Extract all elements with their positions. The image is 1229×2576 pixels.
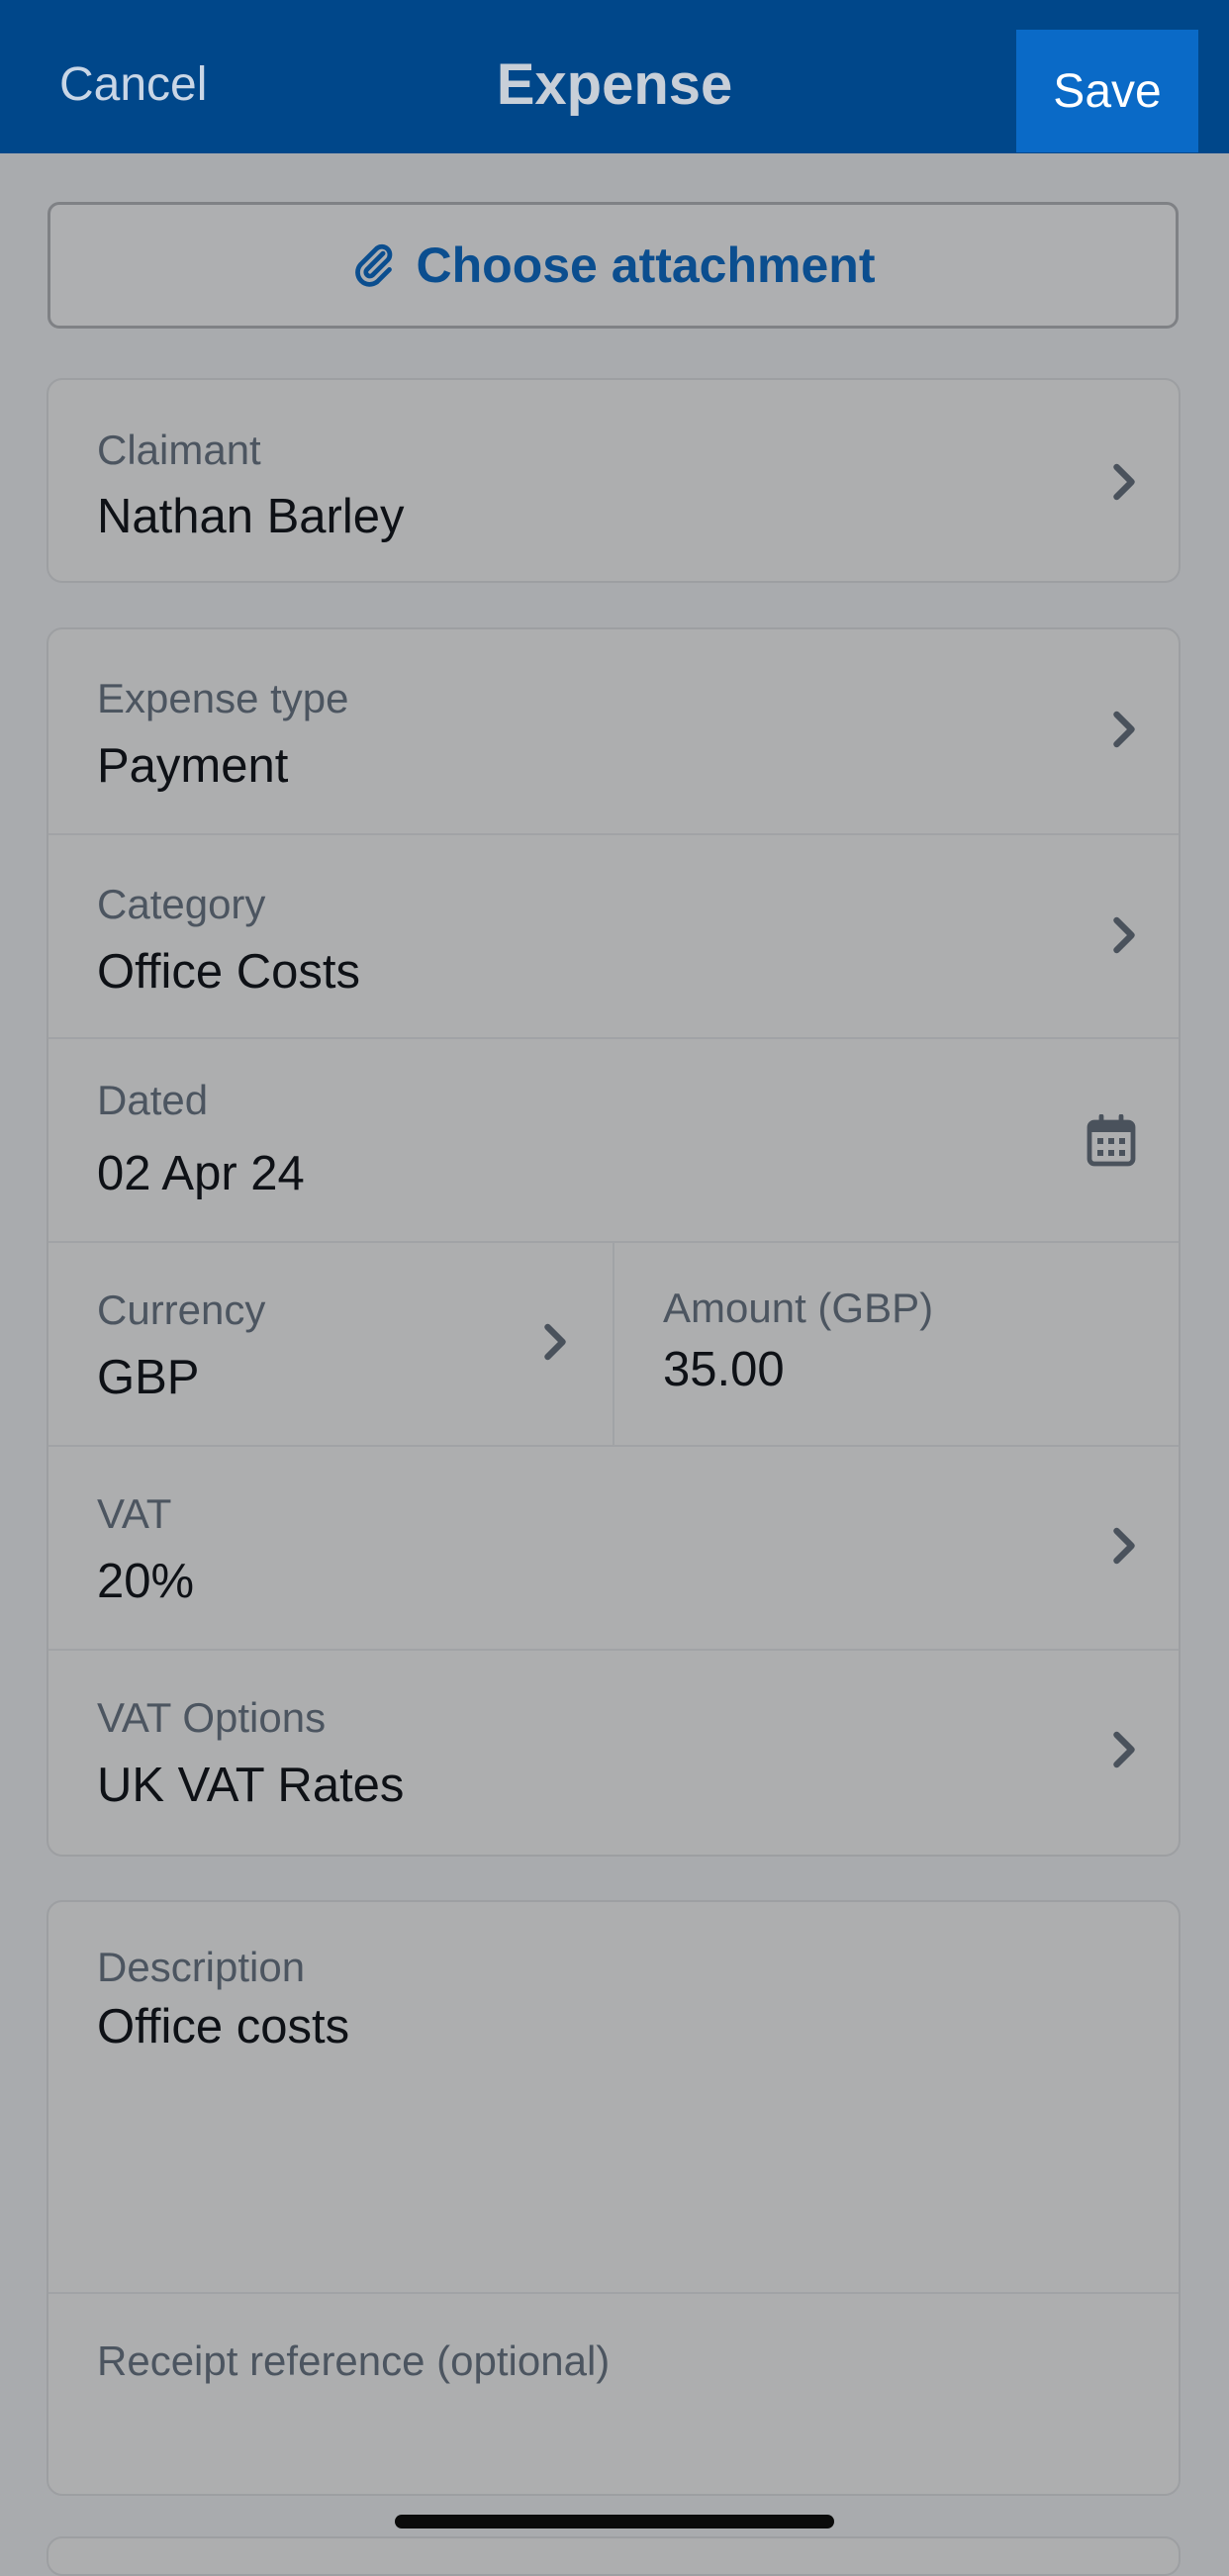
chevron-right-icon [544,1323,566,1361]
expense-type-row[interactable]: Expense type Payment [48,629,1179,833]
notes-card: Description Office costs Receipt referen… [47,1900,1181,2496]
paperclip-icon [354,243,392,287]
vat-row[interactable]: VAT 20% [48,1445,1179,1649]
chevron-right-icon [1113,1527,1135,1565]
description-field[interactable]: Description Office costs [48,1902,1179,2292]
receipt-reference-placeholder: Receipt reference (optional) [97,2337,611,2384]
expense-type-label: Expense type [97,675,349,721]
vat-value: 20% [97,1555,195,1608]
home-indicator [395,2515,834,2528]
claimant-value: Nathan Barley [97,490,405,543]
amount-value: 35.00 [663,1343,785,1396]
amount-label: Amount (GBP) [663,1285,934,1331]
top-navigation-bar: Cancel Expense Save [0,0,1229,153]
next-card-edge [47,2536,1181,2576]
chevron-right-icon [1113,463,1135,501]
currency-field[interactable]: Currency GBP [48,1243,614,1447]
currency-value: GBP [97,1351,200,1404]
vat-options-row[interactable]: VAT Options UK VAT Rates [48,1649,1179,1853]
vat-label: VAT [97,1490,172,1537]
currency-amount-row: Currency GBP Amount (GBP) 35.00 [48,1241,1179,1447]
expense-details-card: Expense type Payment Category Office Cos… [47,627,1181,1857]
expense-type-value: Payment [97,739,289,793]
dated-label: Dated [97,1077,209,1123]
category-row[interactable]: Category Office Costs [48,833,1179,1037]
vat-options-label: VAT Options [97,1694,327,1741]
claimant-card: Claimant Nathan Barley [47,378,1181,583]
vat-options-value: UK VAT Rates [97,1759,405,1812]
dated-row[interactable]: Dated 02 Apr 24 [48,1037,1179,1241]
description-value: Office costs [97,2000,350,2053]
claimant-row[interactable]: Claimant Nathan Barley [48,380,1179,581]
description-label: Description [97,1944,306,1990]
choose-attachment-button[interactable]: Choose attachment [47,202,1179,329]
receipt-reference-field[interactable]: Receipt reference (optional) [48,2292,1179,2494]
chevron-right-icon [1113,711,1135,748]
category-value: Office Costs [97,945,360,999]
category-label: Category [97,881,266,927]
calendar-icon[interactable] [1086,1114,1137,1168]
claimant-label: Claimant [97,427,261,473]
amount-field[interactable]: Amount (GBP) 35.00 [614,1243,1179,1447]
currency-label: Currency [97,1287,266,1333]
save-button[interactable]: Save [1016,30,1198,152]
choose-attachment-label: Choose attachment [416,238,876,293]
chevron-right-icon [1113,1731,1135,1768]
dated-value: 02 Apr 24 [97,1147,305,1200]
chevron-right-icon [1113,916,1135,954]
